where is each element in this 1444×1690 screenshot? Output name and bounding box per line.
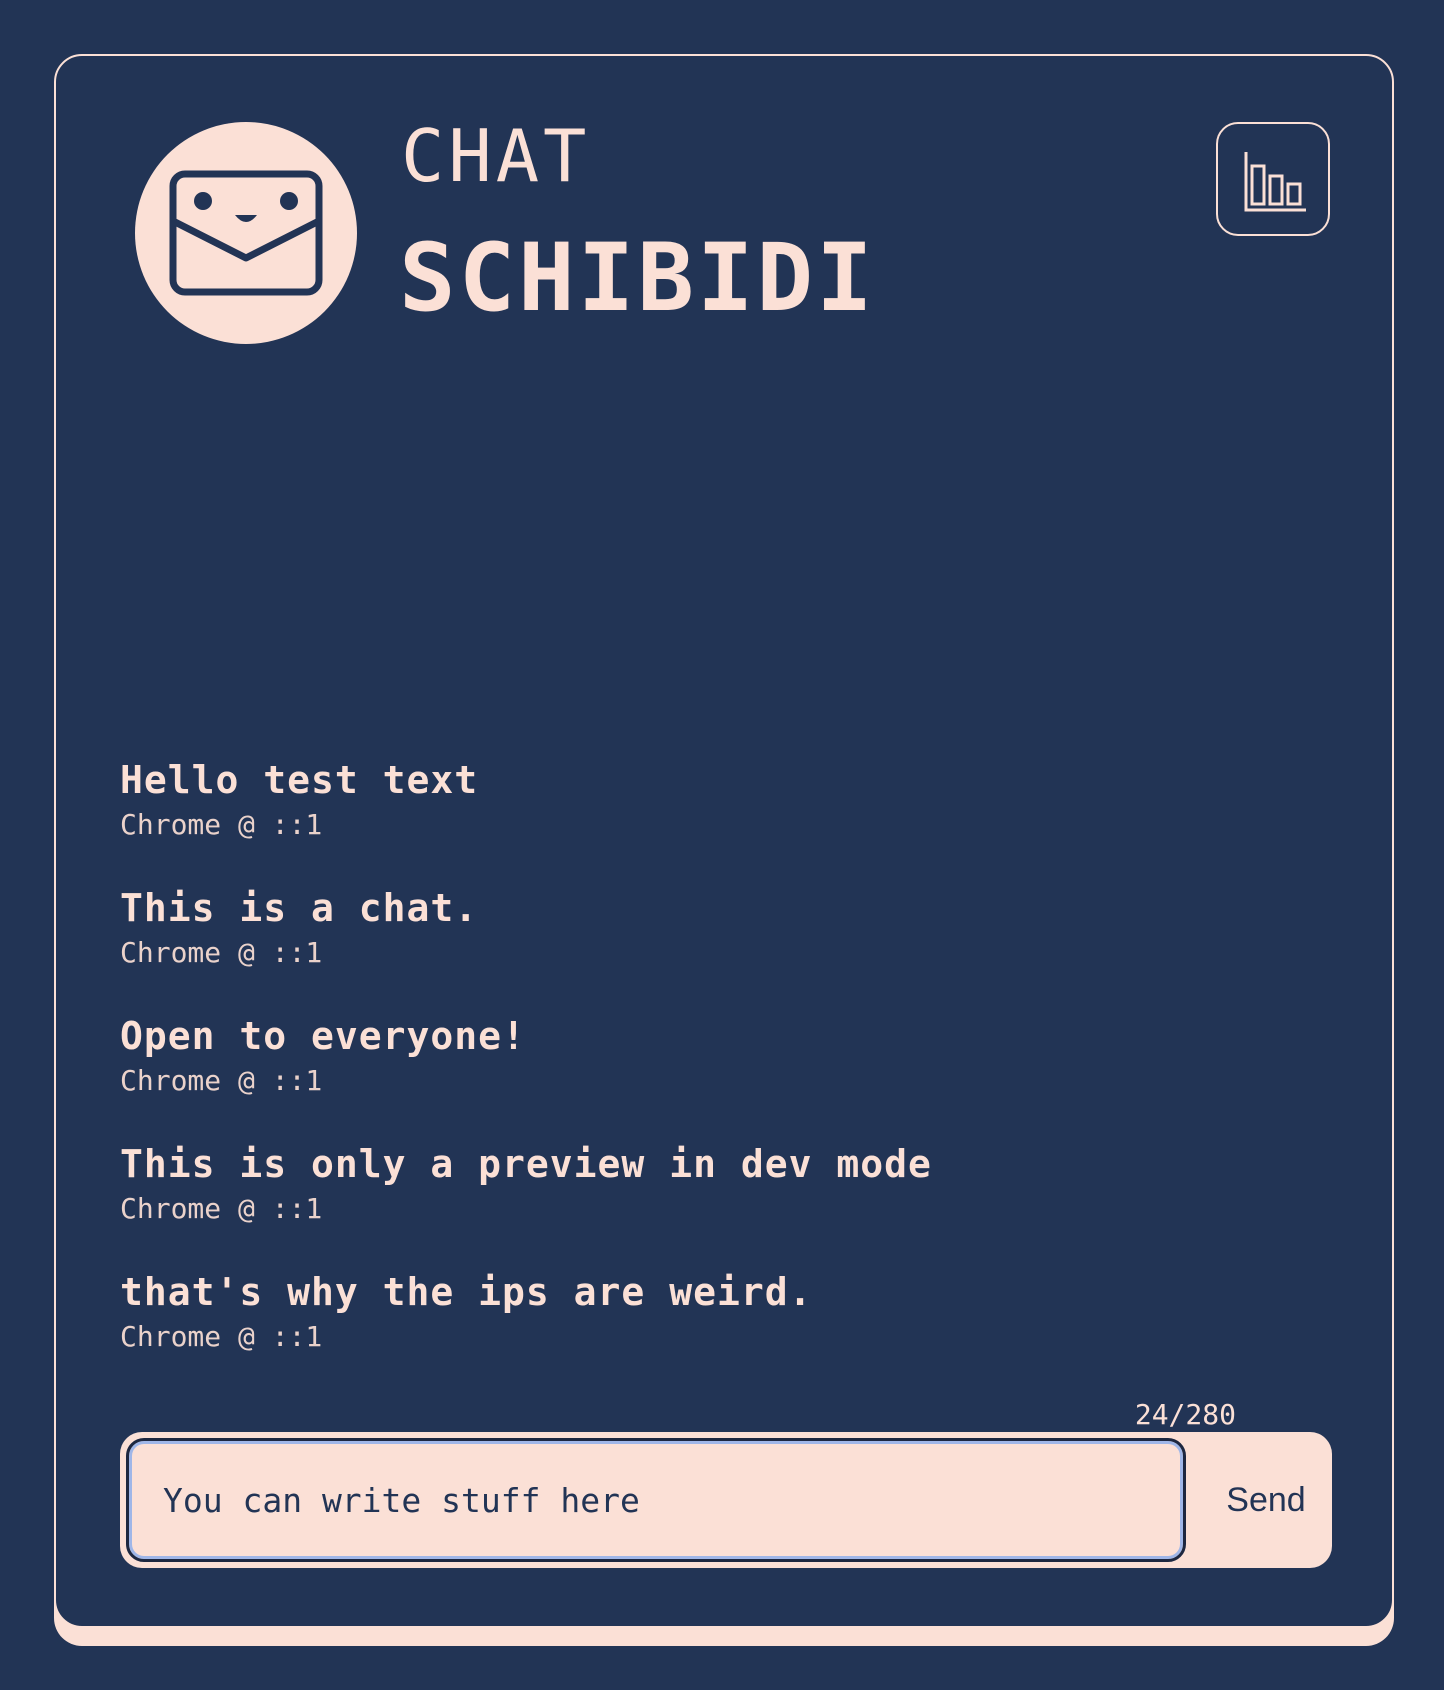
chat-logo [135, 122, 357, 344]
message-text: Hello test text [120, 758, 479, 802]
message-text: that's why the ips are weird. [120, 1270, 813, 1314]
message-meta: Chrome @ ::1 [120, 936, 323, 969]
message-item: that's why the ips are weird. Chrome @ :… [120, 1266, 1320, 1394]
message-list: Hello test text Chrome @ ::1 This is a c… [120, 754, 1320, 1394]
send-button[interactable]: Send [1200, 1432, 1332, 1568]
message-meta: Chrome @ ::1 [120, 1064, 323, 1097]
stats-button[interactable] [1216, 122, 1330, 236]
message-item: Open to everyone! Chrome @ ::1 [120, 1010, 1320, 1138]
app-title-main: SCHIBIDI [399, 224, 876, 333]
message-input-wrapper [126, 1438, 1186, 1562]
message-meta: Chrome @ ::1 [120, 1320, 323, 1353]
bar-chart-icon [1244, 152, 1306, 212]
chat-card: CHAT SCHIBIDI Hello test text Chrome @ :… [54, 54, 1394, 1628]
message-item: This is only a preview in dev mode Chrom… [120, 1138, 1320, 1266]
message-input[interactable] [129, 1441, 1183, 1559]
app-title-top: CHAT [401, 114, 591, 198]
message-item: This is a chat. Chrome @ ::1 [120, 882, 1320, 1010]
message-text: This is only a preview in dev mode [120, 1142, 932, 1186]
message-item: Hello test text Chrome @ ::1 [120, 754, 1320, 882]
character-counter: 24/280 [1134, 1398, 1236, 1431]
message-text: This is a chat. [120, 886, 479, 930]
message-meta: Chrome @ ::1 [120, 808, 323, 841]
message-text: Open to everyone! [120, 1014, 526, 1058]
message-meta: Chrome @ ::1 [120, 1192, 323, 1225]
message-composer: Send [120, 1432, 1332, 1568]
smiling-envelope-icon [169, 170, 323, 296]
